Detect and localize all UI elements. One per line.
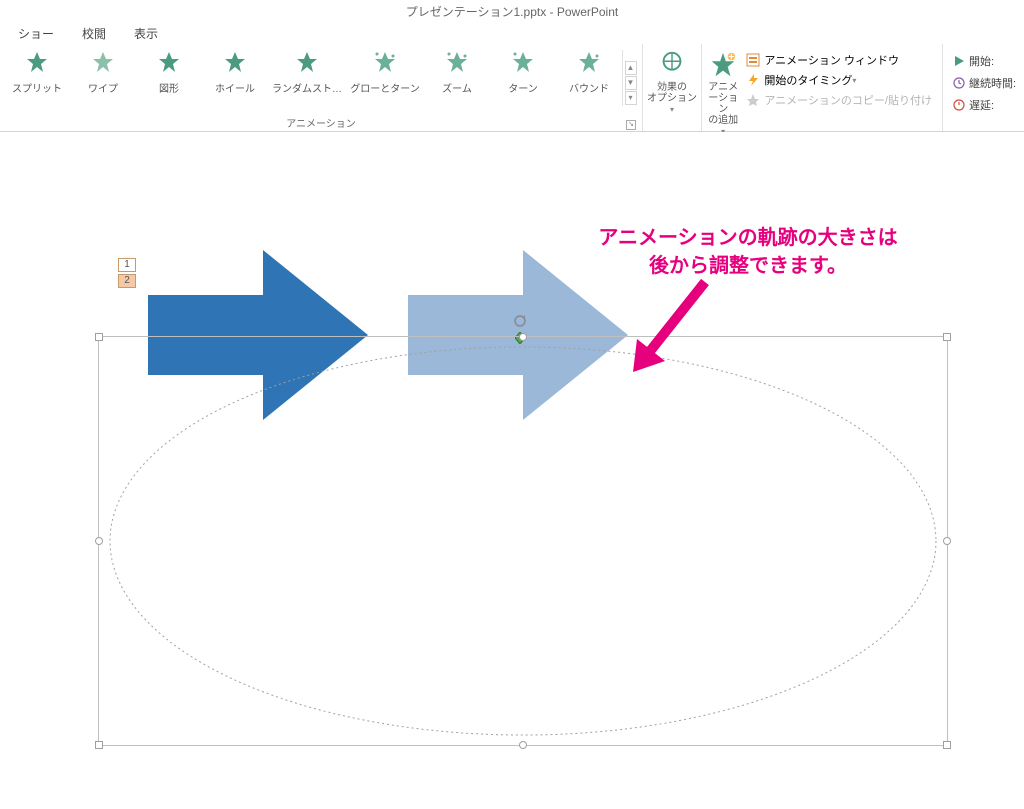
anim-zoom[interactable]: ズーム	[424, 50, 490, 95]
add-animation-icon	[708, 50, 738, 80]
animation-tag-2[interactable]: 2	[118, 274, 136, 288]
sparkle-star-icon	[445, 50, 469, 74]
duration-row: 継続時間: 02.00	[953, 72, 1024, 94]
chevron-down-icon: ▾	[670, 105, 674, 114]
animation-gallery-group: スプリット ワイプ 図形 ホイール ランダムスト…	[0, 44, 643, 131]
start-row: 開始: クリック時	[953, 50, 1024, 72]
star-icon	[91, 50, 115, 74]
play-icon	[953, 55, 965, 67]
sparkle-star-icon	[511, 50, 535, 74]
star-icon	[223, 50, 247, 74]
callout-arrow-icon	[625, 277, 715, 372]
menu-review[interactable]: 校閲	[68, 22, 120, 45]
advanced-animation-group: アニメーションの追加 ▾ アニメーション ウィンドウ 開始のタイミング ▾ アニ…	[701, 44, 943, 131]
callout-text: アニメーションの軌跡の大きさは 後から調整できます。	[578, 224, 918, 280]
window-title: プレゼンテーション1.pptx - PowerPoint	[0, 0, 1024, 22]
menu-view[interactable]: 表示	[120, 22, 172, 45]
resize-handle-s[interactable]	[519, 741, 527, 749]
anim-split[interactable]: スプリット	[4, 50, 70, 95]
sparkle-star-icon	[373, 50, 397, 74]
star-icon	[25, 50, 49, 74]
clock-icon	[953, 77, 965, 89]
dialog-launcher-icon[interactable]: ↘	[626, 120, 636, 130]
delay-icon	[953, 99, 965, 111]
resize-handle-ne[interactable]	[943, 333, 951, 341]
chevron-down-icon: ▼	[625, 76, 637, 90]
anim-shape[interactable]: 図形	[136, 50, 202, 95]
anim-grow[interactable]: グローとターン	[346, 50, 424, 95]
painter-icon	[746, 93, 760, 107]
menu-bar: ショー 校閲 表示	[0, 22, 1024, 44]
anim-turn[interactable]: ターン	[490, 50, 556, 95]
star-icon	[157, 50, 181, 74]
lightning-icon	[746, 73, 760, 87]
animation-pane-button[interactable]: アニメーション ウィンドウ	[746, 50, 932, 70]
anim-wheel[interactable]: ホイール	[202, 50, 268, 95]
effect-options-icon	[657, 50, 687, 80]
motion-path-selection[interactable]	[98, 336, 948, 746]
gallery-group-label: アニメーション ↘	[4, 115, 638, 131]
pane-icon	[746, 53, 760, 67]
delay-row: 遅延: 00.00	[953, 94, 1024, 116]
trigger-button[interactable]: 開始のタイミング ▾	[746, 70, 932, 90]
ribbon: スプリット ワイプ 図形 ホイール ランダムスト…	[0, 44, 1024, 132]
effect-options-button[interactable]: 効果のオプション ▾	[647, 46, 697, 115]
rotate-handle-icon[interactable]	[513, 314, 527, 328]
anim-random[interactable]: ランダムスト…	[268, 50, 346, 95]
resize-handle-sw[interactable]	[95, 741, 103, 749]
animation-gallery: スプリット ワイプ 図形 ホイール ランダムスト…	[4, 46, 638, 106]
effect-options-group: 効果のオプション ▾	[643, 44, 701, 131]
resize-handle-e[interactable]	[943, 537, 951, 545]
dropdown-icon: ▾	[625, 91, 637, 105]
motion-path-ellipse	[99, 337, 947, 745]
slide-canvas[interactable]: 1 2	[0, 132, 1024, 809]
resize-handle-n[interactable]	[519, 333, 527, 341]
gallery-more-button[interactable]: ▲ ▼ ▾	[622, 50, 638, 106]
anim-bound[interactable]: バウンド	[556, 50, 622, 95]
timing-group: 開始: クリック時 継続時間: 02.00 遅延: 00.00 タイミ	[943, 44, 1024, 131]
animation-tag-1[interactable]: 1	[118, 258, 136, 272]
resize-handle-w[interactable]	[95, 537, 103, 545]
chevron-down-icon: ▾	[852, 76, 856, 85]
animation-painter-button[interactable]: アニメーションのコピー/貼り付け	[746, 90, 932, 110]
resize-handle-nw[interactable]	[95, 333, 103, 341]
sparkle-star-icon	[577, 50, 601, 74]
resize-handle-se[interactable]	[943, 741, 951, 749]
star-icon	[295, 50, 319, 74]
advanced-buttons: アニメーション ウィンドウ 開始のタイミング ▾ アニメーションのコピー/貼り付…	[740, 46, 938, 114]
add-animation-button[interactable]: アニメーションの追加 ▾	[706, 46, 740, 137]
chevron-up-icon: ▲	[625, 61, 637, 75]
anim-wipe[interactable]: ワイプ	[70, 50, 136, 95]
menu-slideshow[interactable]: ショー	[4, 22, 68, 45]
